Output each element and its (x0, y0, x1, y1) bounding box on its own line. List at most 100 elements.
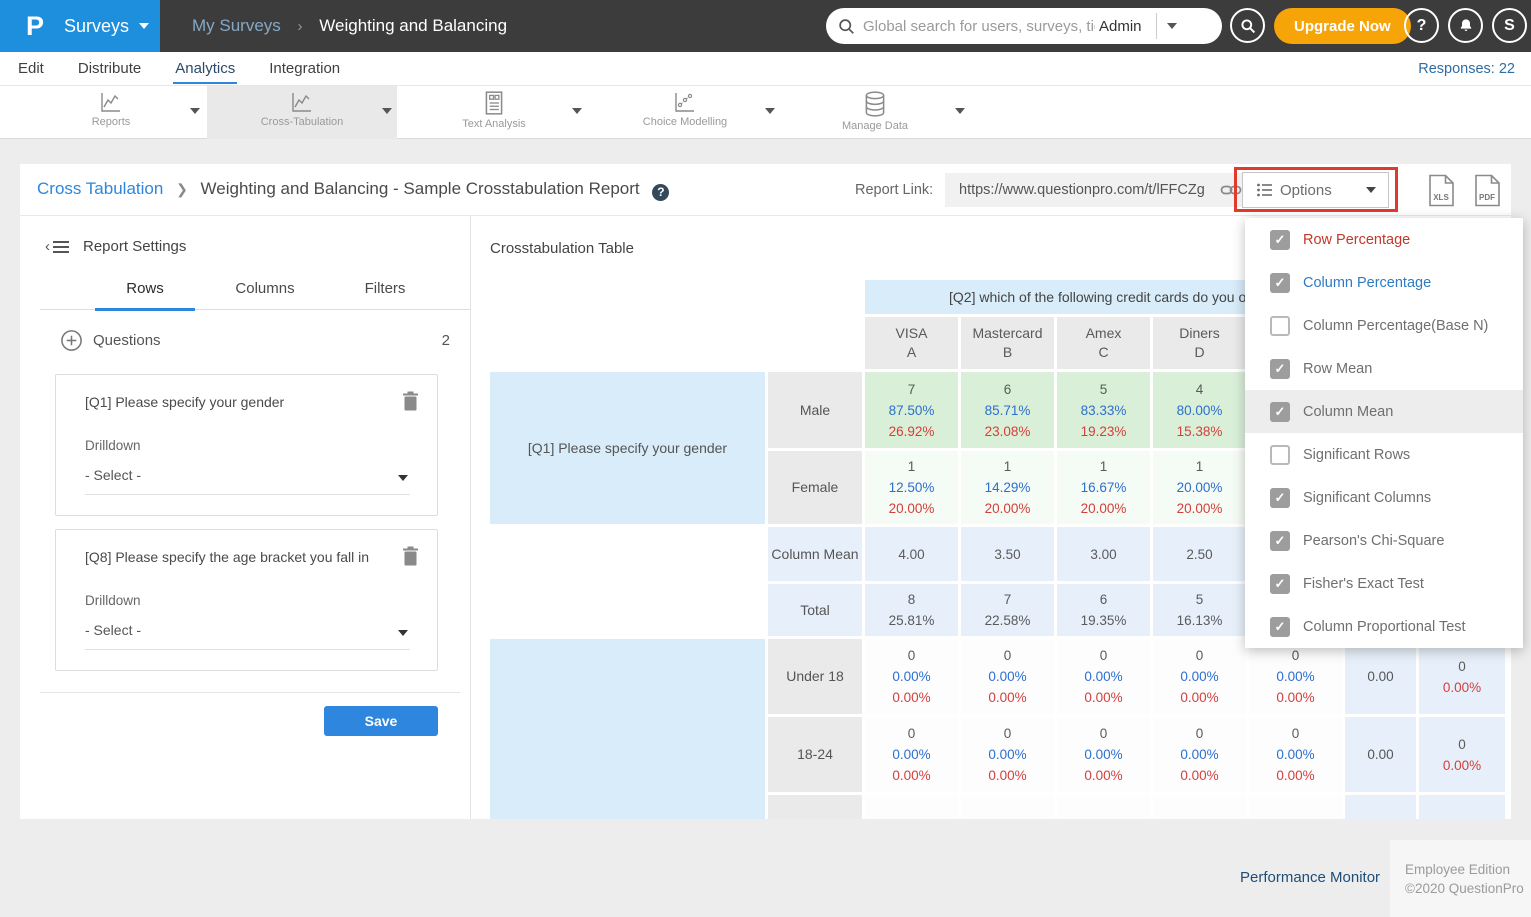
search-input[interactable] (863, 18, 1095, 35)
checkbox[interactable]: ✓ (1270, 488, 1290, 508)
menu-item-significant-rows[interactable]: Significant Rows (1245, 433, 1523, 476)
menu-item-significant-columns[interactable]: ✓Significant Columns (1245, 476, 1523, 519)
divider (40, 692, 460, 693)
menu-item-row-percentage[interactable]: ✓Row Percentage (1245, 218, 1523, 261)
upgrade-now-button[interactable]: Upgrade Now (1274, 8, 1411, 44)
cell-value: 0.00% (892, 744, 930, 765)
cell-value: 85.71% (985, 400, 1031, 421)
collapse-panel-icon[interactable]: ‹ (45, 238, 69, 255)
checkbox[interactable]: ✓ (1270, 230, 1290, 250)
cell-value: 0 (1292, 645, 1300, 666)
cell-value: 26.92% (889, 421, 935, 442)
tab-columns[interactable]: Columns (205, 280, 325, 297)
cell-value: 1 (908, 456, 916, 477)
checkbox[interactable]: ✓ (1270, 531, 1290, 551)
checkbox[interactable]: ✓ (1270, 359, 1290, 379)
analytics-toolbar: ReportsCross-TabulationText AnalysisChoi… (0, 86, 1531, 139)
chevron-down-icon[interactable] (382, 108, 392, 114)
cell-value: 0.00% (1180, 666, 1218, 687)
breadcrumb-separator: › (298, 18, 303, 35)
page-title: Weighting and Balancing - Sample Crossta… (201, 179, 640, 198)
checkbox[interactable]: ✓ (1270, 273, 1290, 293)
help-button[interactable]: ? (1404, 8, 1439, 43)
chevron-down-icon[interactable] (765, 108, 775, 114)
cell-value: 0 (1196, 645, 1204, 666)
data-cell: 00.00%0.00% (1153, 639, 1246, 714)
menu-item-row-mean[interactable]: ✓Row Mean (1245, 347, 1523, 390)
question-mark-icon: ? (1417, 17, 1427, 35)
cell-value: 15.38% (1177, 421, 1223, 442)
menu-item-column-percentage-base-n-[interactable]: Column Percentage(Base N) (1245, 304, 1523, 347)
cell-value: 25.81% (889, 610, 935, 631)
cell-value: 22.58% (985, 610, 1031, 631)
copyright-label: ©2020 QuestionPro (1405, 879, 1531, 898)
account-avatar[interactable]: S (1492, 8, 1527, 43)
menu-item-column-percentage[interactable]: ✓Column Percentage (1245, 261, 1523, 304)
settings-title: Report Settings (83, 238, 186, 255)
export-pdf-button[interactable]: PDF (1474, 174, 1501, 212)
drilldown-select[interactable]: - Select - (85, 622, 410, 650)
checkbox[interactable]: ✓ (1270, 402, 1290, 422)
nav-item-distribute[interactable]: Distribute (76, 54, 143, 82)
tab-filters[interactable]: Filters (325, 280, 445, 297)
menu-item-pearson-s-chi-square[interactable]: ✓Pearson's Chi-Square (1245, 519, 1523, 562)
row-label: Column Mean (768, 527, 862, 581)
toolbar-item-cross-tabulation[interactable]: Cross-Tabulation (207, 86, 397, 139)
cross-tabulation-link[interactable]: Cross Tabulation (37, 179, 163, 198)
questions-row: Questions 2 (60, 326, 450, 354)
cell-value: 0.00% (1084, 765, 1122, 786)
breadcrumb-my-surveys[interactable]: My Surveys (192, 16, 281, 35)
surveys-product-menu[interactable]: P Surveys (0, 0, 160, 52)
chevron-down-icon[interactable] (190, 108, 200, 114)
toolbar-item-text-analysis[interactable]: Text Analysis (397, 86, 590, 139)
toolbar-item-manage-data[interactable]: Manage Data (782, 86, 973, 139)
cell-value: 80.00% (1177, 400, 1223, 421)
checkbox[interactable]: ✓ (1270, 574, 1290, 594)
cell-value: 0.00% (988, 687, 1026, 708)
nav-item-integration[interactable]: Integration (267, 54, 342, 82)
list-icon (1257, 183, 1273, 197)
delete-question-button[interactable] (402, 391, 419, 416)
drilldown-select[interactable]: - Select - (85, 467, 410, 495)
search-scope-dropdown[interactable] (1167, 23, 1177, 29)
save-button[interactable]: Save (324, 706, 438, 736)
menu-item-column-mean[interactable]: ✓Column Mean (1245, 390, 1523, 433)
toolbar-item-label: Manage Data (842, 120, 908, 132)
chevron-down-icon (398, 475, 408, 481)
checkbox[interactable] (1270, 445, 1290, 465)
toolbar-item-reports[interactable]: Reports (0, 86, 207, 139)
delete-question-button[interactable] (402, 546, 419, 571)
cell-value: 20.00% (1177, 498, 1223, 519)
menu-item-column-proportional-test[interactable]: ✓ Column Proportional Test (1245, 605, 1523, 648)
nav-item-analytics[interactable]: Analytics (173, 54, 237, 84)
edition-label: Employee Edition (1405, 860, 1531, 879)
menu-item-label: Column Proportional Test (1303, 619, 1466, 635)
cell-value: 0.00% (892, 687, 930, 708)
cell-value: 87.50% (889, 400, 935, 421)
chevron-down-icon[interactable] (572, 108, 582, 114)
avatar-initial: S (1504, 17, 1515, 35)
performance-monitor-link[interactable]: Performance Monitor (1240, 869, 1380, 886)
add-question-button[interactable] (60, 329, 83, 352)
report-link-field[interactable]: https://www.questionpro.com/t/lFFCZg (945, 173, 1252, 207)
report-url[interactable]: https://www.questionpro.com/t/lFFCZg (959, 182, 1220, 198)
cell-value: 0.00% (1084, 687, 1122, 708)
cell-value: 6 (1004, 379, 1012, 400)
export-xls-button[interactable]: XLS (1428, 174, 1455, 212)
cell-value: 0.00% (988, 666, 1026, 687)
search-submit-button[interactable] (1230, 8, 1265, 43)
cell-value: B (1003, 343, 1012, 362)
breadcrumb: My Surveys › Weighting and Balancing (192, 16, 507, 36)
checkbox[interactable]: ✓ (1270, 617, 1290, 637)
notifications-button[interactable] (1448, 8, 1483, 43)
tab-rows[interactable]: Rows (85, 280, 205, 297)
nav-item-edit[interactable]: Edit (16, 54, 46, 82)
menu-item-fisher-s-exact-test[interactable]: ✓Fisher's Exact Test (1245, 562, 1523, 605)
help-icon[interactable]: ? (652, 184, 669, 201)
cell-value: 1 (1100, 456, 1108, 477)
chevron-down-icon[interactable] (955, 108, 965, 114)
data-cell: 583.33%19.23% (1057, 372, 1150, 448)
checkbox[interactable] (1270, 316, 1290, 336)
options-button[interactable]: Options (1242, 172, 1389, 208)
toolbar-item-choice-modelling[interactable]: Choice Modelling (590, 86, 782, 139)
